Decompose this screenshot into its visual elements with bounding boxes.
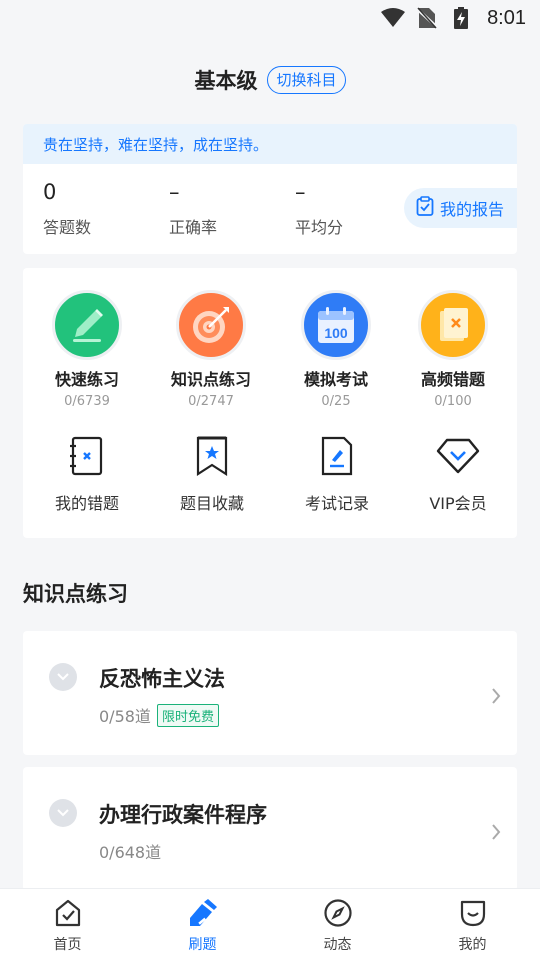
feature-count: 0/2747: [188, 394, 234, 409]
tab-label: 我的: [458, 937, 487, 953]
lesson-title: 反恐怖主义法: [99, 667, 225, 691]
tool-exam-records[interactable]: 考试记录: [277, 434, 397, 514]
chevron-right-icon: [491, 687, 501, 709]
tab-profile[interactable]: 我的: [405, 889, 540, 960]
clock: 8:01: [487, 6, 526, 29]
calendar-number: 100: [324, 325, 348, 341]
bookmark-icon: [190, 434, 234, 478]
features-card: 快速练习 0/6739 知识点练习 0/2747 100 模拟考试 0/25 高…: [23, 268, 517, 538]
feature-count: 0/100: [434, 394, 472, 409]
stat-value: 0: [43, 180, 57, 204]
compass-icon: [323, 898, 353, 928]
wrong-questions-icon: [65, 434, 109, 478]
tool-name: 我的错题: [54, 494, 119, 513]
brush-icon: [188, 898, 218, 928]
lesson-progress: 0/58道: [99, 707, 151, 726]
tool-bookmarks[interactable]: 题目收藏: [152, 434, 272, 514]
stat-label: 正确率: [169, 218, 218, 237]
lesson-meta: 0/58道 限时免费: [99, 703, 219, 727]
chevron-down-icon[interactable]: [49, 663, 77, 691]
tool-name: VIP会员: [429, 494, 487, 513]
stats-card: 贵在坚持，难在坚持，成在坚持。 0 答题数 – 正确率 – 平均分 我的报告: [23, 124, 517, 254]
section-title: 知识点练习: [23, 582, 128, 606]
stat-label: 平均分: [295, 218, 344, 237]
lesson-item[interactable]: 反恐怖主义法 0/58道 限时免费: [23, 631, 517, 755]
tab-feed[interactable]: 动态: [270, 889, 405, 960]
tab-home[interactable]: 首页: [0, 889, 135, 960]
tool-my-wrong-questions[interactable]: 我的错题: [27, 434, 147, 514]
tool-name: 题目收藏: [179, 494, 244, 513]
stat-average: – 平均分: [295, 180, 343, 238]
feature-quick-practice[interactable]: 快速练习 0/6739: [27, 290, 147, 409]
lesson-item[interactable]: 办理行政案件程序 0/648道: [23, 767, 517, 891]
feature-frequent-errors[interactable]: 高频错题 0/100: [393, 290, 513, 409]
pencil-icon: [52, 290, 122, 360]
page-header: 基本级 切换科目: [0, 62, 540, 98]
feature-count: 0/25: [321, 394, 351, 409]
feature-mock-exam[interactable]: 100 模拟考试 0/25: [276, 290, 396, 409]
wifi-icon: [381, 6, 406, 30]
home-check-icon: [53, 898, 83, 928]
profile-icon: [458, 898, 488, 928]
stat-accuracy: – 正确率: [169, 180, 217, 238]
free-badge: 限时免费: [156, 703, 219, 727]
target-icon: [176, 290, 246, 360]
stat-value: –: [295, 180, 306, 204]
stats-row: 0 答题数 – 正确率 – 平均分 我的报告: [23, 164, 517, 254]
bottom-tab-bar: 首页 刷题 动态 我的: [0, 888, 540, 960]
motto-banner: 贵在坚持，难在坚持，成在坚持。: [23, 124, 517, 164]
tab-label: 刷题: [188, 937, 217, 953]
stat-answered: 0 答题数: [43, 180, 91, 238]
feature-name: 快速练习: [54, 370, 119, 389]
no-sim-icon: [415, 6, 439, 30]
stat-label: 答题数: [43, 218, 92, 237]
wrong-book-icon: [418, 290, 488, 360]
feature-name: 高频错题: [420, 370, 485, 389]
tool-vip-member[interactable]: VIP会员: [398, 434, 518, 514]
page-title: 基本级: [194, 69, 258, 93]
stat-value: –: [169, 180, 180, 204]
exam-record-icon: [315, 434, 359, 478]
tab-label: 动态: [323, 937, 352, 953]
chevron-right-icon: [491, 823, 501, 845]
feature-name: 模拟考试: [303, 370, 368, 389]
clipboard-check-icon: [416, 196, 434, 220]
tool-name: 考试记录: [304, 494, 369, 513]
my-report-button[interactable]: 我的报告: [404, 188, 517, 228]
feature-name: 知识点练习: [170, 370, 251, 389]
lesson-progress: 0/648道: [99, 843, 162, 862]
status-bar: 8:01: [0, 0, 540, 36]
tab-label: 首页: [53, 937, 82, 953]
lesson-meta: 0/648道: [99, 839, 161, 863]
chevron-down-icon[interactable]: [49, 799, 77, 827]
diamond-icon: [436, 434, 480, 478]
feature-count: 0/6739: [64, 394, 110, 409]
lesson-title: 办理行政案件程序: [99, 803, 267, 827]
tab-practice[interactable]: 刷题: [135, 889, 270, 960]
my-report-label: 我的报告: [440, 200, 505, 219]
battery-charging-icon: [449, 6, 473, 30]
calendar-100-icon: 100: [301, 290, 371, 360]
switch-subject-button[interactable]: 切换科目: [267, 66, 346, 94]
feature-knowledge-practice[interactable]: 知识点练习 0/2747: [151, 290, 271, 409]
